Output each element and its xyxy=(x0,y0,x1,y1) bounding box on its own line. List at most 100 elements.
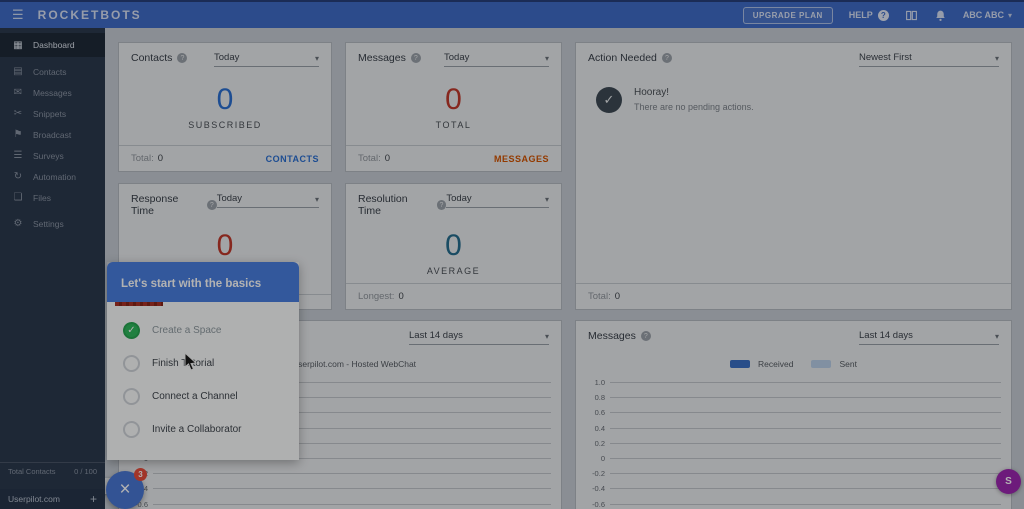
check-empty-icon xyxy=(123,421,140,438)
checklist-item-create-space[interactable]: ✓ Create a Space xyxy=(107,314,299,347)
checklist-item-invite-collaborator[interactable]: Invite a Collaborator xyxy=(107,413,299,446)
resolution-time-title: Resolution Time xyxy=(358,193,432,217)
snippets-icon: ✂ xyxy=(12,108,24,119)
check-done-icon: ✓ xyxy=(123,322,140,339)
contacts-count-label: SUBSCRIBED xyxy=(188,120,262,130)
checklist-item-finish-tutorial[interactable]: Finish Tutorial xyxy=(107,347,299,380)
received-legend-label: Received xyxy=(758,359,793,369)
checklist-launcher-button[interactable]: × 3 xyxy=(106,471,144,509)
sent-legend-label: Sent xyxy=(839,359,857,369)
help-icon[interactable]: ? xyxy=(437,200,447,210)
received-legend-swatch xyxy=(730,360,750,368)
sidebar-item-messages[interactable]: ✉ Messages xyxy=(0,82,105,103)
messages-chart-title: Messages xyxy=(588,330,636,342)
help-menu[interactable]: HELP ? xyxy=(849,10,889,21)
add-icon[interactable]: + xyxy=(90,492,97,506)
status-title: Hooray! xyxy=(634,87,754,98)
contacts-quota: Total Contacts 0 / 100 xyxy=(0,462,105,480)
chevron-down-icon: ▾ xyxy=(545,54,549,63)
messages-icon: ✉ xyxy=(12,87,24,98)
help-label: HELP xyxy=(849,10,873,20)
resolution-filter-dropdown[interactable]: Today ▾ xyxy=(446,193,549,208)
app-logo: ROCKETBOTS xyxy=(38,8,142,22)
resolution-time-card: Resolution Time ? Today ▾ 0 AVERAGE Long… xyxy=(345,183,562,310)
chevron-down-icon: ▾ xyxy=(315,54,319,63)
notifications-bell-icon[interactable] xyxy=(934,9,947,22)
contacts-icon: ▤ xyxy=(12,66,24,77)
action-needed-card: Action Needed ? Newest First ▾ ✓ Hooray!… xyxy=(575,42,1012,310)
chevron-down-icon: ▾ xyxy=(545,332,549,341)
mouse-cursor xyxy=(184,352,197,371)
messages-chart-card: Messages ? Last 14 days ▾ Received Sent … xyxy=(575,320,1012,509)
sidebar-item-broadcast[interactable]: ⚑ Broadcast xyxy=(0,124,105,145)
chevron-down-icon: ▾ xyxy=(995,54,999,63)
response-time-value: 0 xyxy=(217,229,234,263)
broadcast-icon: ⚑ xyxy=(12,129,24,140)
action-sort-dropdown[interactable]: Newest First ▾ xyxy=(859,52,999,67)
chevron-down-icon: ▾ xyxy=(995,332,999,341)
help-icon[interactable]: ? xyxy=(662,53,672,63)
settings-icon: ⚙ xyxy=(12,218,24,229)
check-empty-icon xyxy=(123,388,140,405)
right-chart-grid: 1.0 0.8 0.6 0.4 0.2 0 -0.2 -0.4 -0.6 xyxy=(576,369,1011,509)
sidebar-item-automation[interactable]: ↻ Automation xyxy=(0,166,105,187)
close-icon: × xyxy=(119,479,130,501)
help-icon[interactable]: ? xyxy=(411,53,421,63)
chevron-down-icon: ▾ xyxy=(1008,11,1012,20)
onboarding-checklist: Let's start with the basics ✓ Create a S… xyxy=(107,262,299,460)
sent-legend-swatch xyxy=(811,360,831,368)
account-name: ABC ABC xyxy=(963,10,1004,20)
left-chart-range-dropdown[interactable]: Last 14 days ▾ xyxy=(409,330,549,345)
check-circle-icon: ✓ xyxy=(596,87,622,113)
sidebar-item-surveys[interactable]: ☰ Surveys xyxy=(0,145,105,166)
messages-link[interactable]: MESSAGES xyxy=(494,154,549,164)
quota-value: 0 / 100 xyxy=(74,467,97,476)
sidebar-item-snippets[interactable]: ✂ Snippets xyxy=(0,103,105,124)
upgrade-plan-button[interactable]: UPGRADE PLAN xyxy=(743,7,833,24)
sidebar-item-settings[interactable]: ⚙ Settings xyxy=(0,213,105,234)
floating-widget-button[interactable]: S xyxy=(996,469,1021,494)
resolution-time-value: 0 xyxy=(445,229,462,263)
contacts-card: Contacts ? Today ▾ 0 SUBSCRIBED Total: 0… xyxy=(118,42,332,172)
rocketbots-dashboard: ☰ ROCKETBOTS UPGRADE PLAN HELP ? ABC ABC… xyxy=(0,0,1024,509)
automation-icon: ↻ xyxy=(12,171,24,182)
help-icon[interactable]: ? xyxy=(177,53,187,63)
help-icon[interactable]: ? xyxy=(641,331,651,341)
account-menu[interactable]: ABC ABC ▾ xyxy=(963,10,1012,20)
chevron-down-icon: ▾ xyxy=(315,195,319,204)
messages-count-label: TOTAL xyxy=(436,120,472,130)
hamburger-menu-icon[interactable]: ☰ xyxy=(12,7,24,23)
checklist-item-connect-channel[interactable]: Connect a Channel xyxy=(107,380,299,413)
messages-filter-dropdown[interactable]: Today ▾ xyxy=(444,52,549,67)
contacts-filter-dropdown[interactable]: Today ▾ xyxy=(214,52,319,67)
sidebar: ▦ Dashboard ▤ Contacts ✉ Messages ✂ Snip… xyxy=(0,28,105,509)
response-filter-dropdown[interactable]: Today ▾ xyxy=(217,193,319,208)
status-text: There are no pending actions. xyxy=(634,102,754,112)
chevron-down-icon: ▾ xyxy=(545,195,549,204)
contacts-link[interactable]: CONTACTS xyxy=(266,154,319,164)
messages-count: 0 xyxy=(445,83,462,117)
messages-card: Messages ? Today ▾ 0 TOTAL Total: 0 MESS… xyxy=(345,42,562,172)
contacts-count: 0 xyxy=(217,83,234,117)
files-icon: ❏ xyxy=(12,192,24,203)
checklist-header: Let's start with the basics xyxy=(107,262,299,302)
contacts-card-title: Contacts xyxy=(131,52,172,64)
right-chart-range-dropdown[interactable]: Last 14 days ▾ xyxy=(859,330,999,345)
site-label: Userpilot.com xyxy=(8,494,60,504)
surveys-icon: ☰ xyxy=(12,150,24,161)
check-empty-icon xyxy=(123,355,140,372)
resolution-time-label: AVERAGE xyxy=(427,266,480,276)
response-time-title: Response Time xyxy=(131,193,202,217)
sidebar-item-files[interactable]: ❏ Files xyxy=(0,187,105,208)
notification-badge: 3 xyxy=(134,468,147,481)
docs-book-icon[interactable] xyxy=(905,9,918,22)
sidebar-footer: Userpilot.com + xyxy=(0,489,105,509)
sidebar-item-contacts[interactable]: ▤ Contacts xyxy=(0,61,105,82)
channel-legend-label: Userpilot.com - Hosted WebChat xyxy=(292,359,416,369)
help-icon[interactable]: ? xyxy=(207,200,217,210)
messages-card-title: Messages xyxy=(358,52,406,64)
dashboard-icon: ▦ xyxy=(12,40,24,51)
top-navbar: ☰ ROCKETBOTS UPGRADE PLAN HELP ? ABC ABC… xyxy=(0,0,1024,28)
action-needed-title: Action Needed xyxy=(588,52,657,64)
sidebar-item-dashboard[interactable]: ▦ Dashboard xyxy=(0,33,105,57)
